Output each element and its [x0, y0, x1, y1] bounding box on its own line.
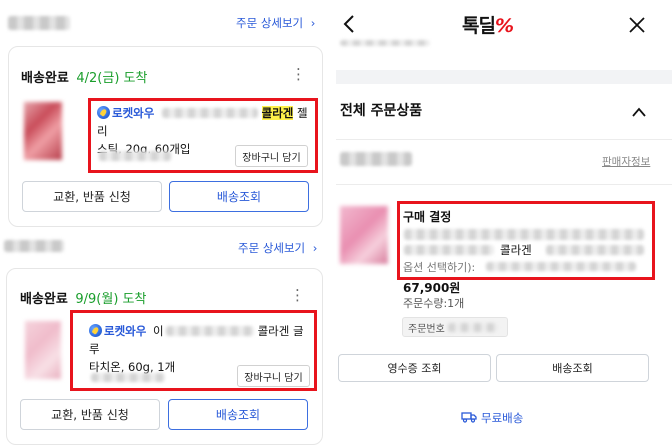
delivery-tracking-button[interactable]: 배송조회 — [496, 354, 649, 382]
arrival-date: 4/2(금) 도착 — [76, 71, 148, 86]
highlight-box — [88, 98, 318, 173]
section-divider — [336, 70, 672, 84]
more-options-icon[interactable]: ⋮ — [291, 67, 306, 82]
more-options-icon[interactable]: ⋮ — [290, 288, 305, 303]
order-detail-link-label: 주문 상세보기 — [238, 241, 306, 255]
order-detail-link-1[interactable]: 주문 상세보기 › — [236, 15, 315, 31]
chevron-right-icon: › — [310, 16, 316, 30]
divider — [336, 139, 672, 140]
order-number-chip: 주문번호 — [402, 317, 508, 337]
receipt-button[interactable]: 영수증 조회 — [338, 354, 491, 382]
order-quantity: 주문수량:1개 — [403, 297, 465, 310]
back-arrow-icon[interactable] — [342, 14, 356, 38]
seller-info-link[interactable]: 판매자정보 — [602, 154, 650, 169]
exchange-return-button[interactable]: 교환, 반품 신청 — [22, 181, 162, 212]
chevron-right-icon: › — [312, 241, 318, 255]
blurred-order-number — [447, 322, 498, 332]
blurred-date-header-2 — [4, 240, 64, 252]
blurred-date-header — [8, 16, 70, 30]
status-label: 배송완료 — [21, 71, 69, 86]
toktdeal-logo: 톡딜% — [462, 11, 514, 38]
right-panel: 톡딜% 전체 주문상품 판매자정보 구매 결정 콜라겐 옵션 선택하기): 67… — [336, 0, 672, 447]
product-thumbnail[interactable] — [25, 321, 61, 379]
highlight-box — [70, 310, 317, 391]
product-thumbnail[interactable] — [24, 102, 62, 160]
logo-text: 톡딜 — [462, 15, 496, 37]
chevron-up-icon[interactable] — [632, 102, 646, 121]
truck-icon — [461, 411, 477, 426]
scrolled-text — [340, 40, 430, 46]
delivery-status: 배송완료 4/2(금) 도착 — [21, 67, 147, 86]
arrival-date: 9/9(월) 도착 — [75, 292, 147, 307]
order-detail-link-label: 주문 상세보기 — [236, 16, 304, 30]
close-icon[interactable] — [629, 17, 645, 37]
order-number-label: 주문번호 — [408, 323, 445, 335]
blurred-seller-name — [340, 152, 412, 166]
status-label: 배송완료 — [20, 292, 68, 307]
product-thumbnail[interactable] — [340, 206, 388, 264]
order-detail-link-2[interactable]: 주문 상세보기 › — [238, 240, 317, 256]
delivery-tracking-button[interactable]: 배송조회 — [169, 181, 309, 212]
order-card-2: 배송완료 9/9(월) 도착 ⋮ 로켓와우 이 콜라겐 글루 타치온, 60g, … — [6, 268, 323, 445]
delivery-tracking-button[interactable]: 배송조회 — [168, 399, 308, 430]
free-shipping-label: 무료배송 — [461, 410, 523, 426]
logo-symbol: % — [494, 15, 514, 37]
left-panel: 주문 상세보기 › 배송완료 4/2(금) 도착 ⋮ 로켓와우 콜라겐 젤리 스… — [0, 0, 333, 447]
exchange-return-button[interactable]: 교환, 반품 신청 — [20, 399, 160, 430]
free-shipping-text: 무료배송 — [481, 411, 524, 425]
divider — [336, 184, 672, 185]
section-title: 전체 주문상품 — [340, 103, 423, 119]
price: 67,900원 — [403, 281, 461, 295]
delivery-status: 배송완료 9/9(월) 도착 — [20, 288, 146, 307]
highlight-box — [397, 201, 655, 280]
order-card-1: 배송완료 4/2(금) 도착 ⋮ 로켓와우 콜라겐 젤리 스틱, 20g, 60… — [8, 46, 323, 227]
